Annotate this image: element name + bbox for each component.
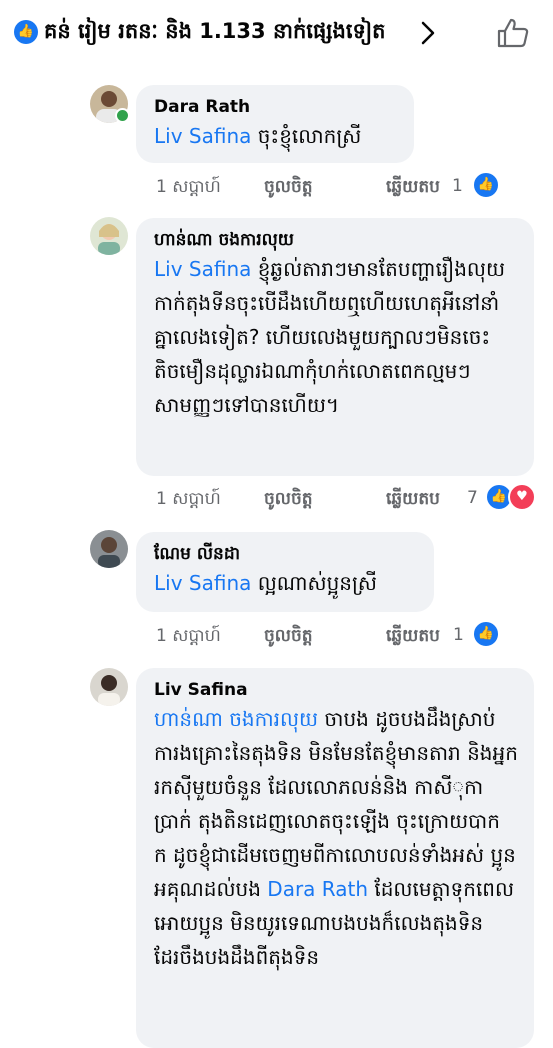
- online-status-dot: [115, 108, 130, 123]
- reactions-summary-text[interactable]: គន់ រៀម រតនៈ និង 1.133 នាក់ផ្សេងទៀត: [44, 18, 385, 49]
- like-button[interactable]: ចូលចិត្ត: [264, 625, 313, 650]
- comment-text: ហាន់ណា ចងការលុយ ចាបង ដូចបងដឹងស្រាប់ ការង…: [154, 707, 518, 969]
- love-reaction-icon: ♥: [508, 483, 536, 511]
- reactions-summary-bar[interactable]: 👍 គន់ រៀម រតនៈ និង 1.133 នាក់ផ្សេងទៀត: [0, 0, 553, 64]
- comment-actions: 1 សប្តាហ៍ ចូលចិត្ត ឆ្លើយតប: [156, 488, 476, 514]
- comment-actions: 1 សប្តាហ៍ ចូលចិត្ត ឆ្លើយតប: [156, 625, 476, 651]
- mention-link[interactable]: Liv Safina: [154, 571, 251, 595]
- comment-timestamp[interactable]: 1 សប្តាហ៍: [156, 176, 221, 201]
- reaction-count[interactable]: 1: [452, 176, 463, 196]
- comment-bubble[interactable]: Dara Rath Liv Safina ចុះខ្ញុំលោកស្រី: [136, 85, 414, 163]
- reaction-count[interactable]: 1: [453, 625, 464, 645]
- mention-link[interactable]: Liv Safina: [154, 257, 251, 281]
- comment-bubble[interactable]: ណែម លីនដា Liv Safina ល្អណាស់ប្អូនស្រី: [136, 532, 434, 612]
- like-button[interactable]: ចូលចិត្ត: [264, 176, 313, 201]
- comment-timestamp[interactable]: 1 សប្តាហ៍: [156, 625, 221, 650]
- like-reaction-icon: 👍: [14, 20, 38, 44]
- comment-author[interactable]: ហាន់ណា ចងការលុយ: [154, 228, 518, 252]
- comment-bubble[interactable]: Liv Safina ហាន់ណា ចងការលុយ ចាបង ដូចបងដឹង…: [136, 668, 534, 1048]
- comment-author[interactable]: Dara Rath: [154, 95, 398, 119]
- mention-link[interactable]: ហាន់ណា ចងការលុយ: [154, 707, 318, 731]
- comment-bubble[interactable]: ហាន់ណា ចងការលុយ Liv Safina ខ្ញុំឆ្ងល់តារ…: [136, 218, 534, 476]
- mention-link[interactable]: Liv Safina: [154, 124, 251, 148]
- reply-button[interactable]: ឆ្លើយតប: [386, 488, 440, 513]
- comment-author[interactable]: ណែម លីនដា: [154, 542, 418, 566]
- comment-actions: 1 សប្តាហ៍ ចូលចិត្ត ឆ្លើយតប: [156, 176, 476, 202]
- reply-button[interactable]: ឆ្លើយតប: [386, 625, 440, 650]
- like-reaction-icon: 👍: [472, 620, 500, 648]
- avatar[interactable]: [90, 217, 128, 255]
- avatar[interactable]: [90, 668, 128, 706]
- comment-text: Liv Safina ល្អណាស់ប្អូនស្រី: [154, 571, 377, 595]
- comment-text: Liv Safina ខ្ញុំឆ្ងល់តារាៗមានតែបញ្ហារឿងល…: [154, 257, 505, 417]
- like-button[interactable]: ចូលចិត្ត: [264, 488, 313, 513]
- comment-timestamp[interactable]: 1 សប្តាហ៍: [156, 488, 221, 513]
- comment-text: Liv Safina ចុះខ្ញុំលោកស្រី: [154, 124, 362, 148]
- reply-button[interactable]: ឆ្លើយតប: [386, 176, 440, 201]
- like-reaction-icon: 👍: [472, 171, 500, 199]
- thumbs-up-outline-icon[interactable]: [496, 17, 530, 49]
- mention-link[interactable]: Dara Rath: [267, 877, 368, 901]
- comment-author[interactable]: Liv Safina: [154, 678, 518, 702]
- reaction-count[interactable]: 7: [467, 488, 478, 508]
- chevron-right-icon[interactable]: [420, 20, 436, 46]
- avatar[interactable]: [90, 530, 128, 568]
